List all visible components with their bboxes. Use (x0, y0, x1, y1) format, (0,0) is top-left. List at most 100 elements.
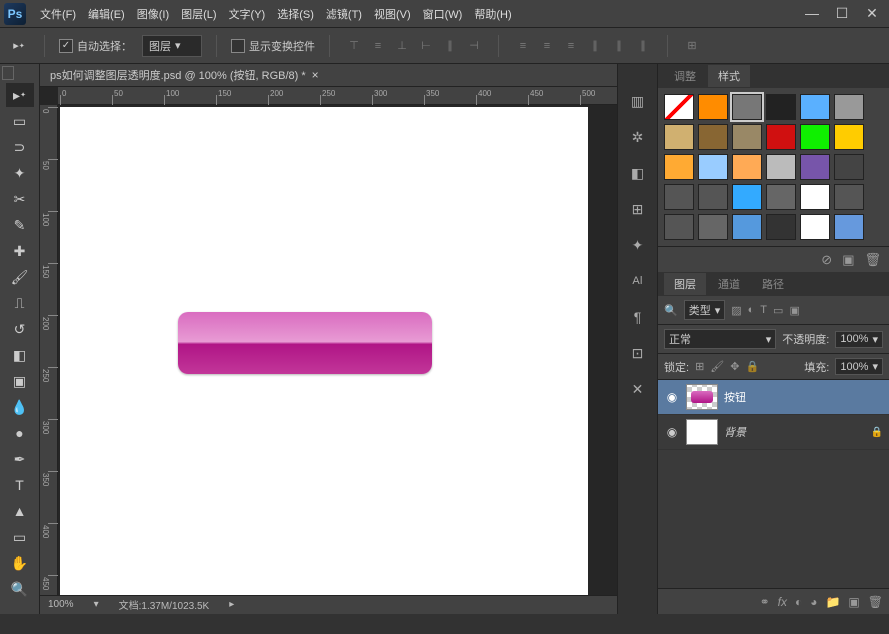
distribute-top-icon[interactable]: ≡ (513, 37, 533, 55)
style-swatch[interactable] (834, 124, 864, 150)
style-swatch[interactable] (664, 214, 694, 240)
distribute-bottom-icon[interactable]: ≡ (561, 37, 581, 55)
tools-preset-icon[interactable]: ✕ (627, 378, 649, 400)
style-swatch[interactable] (800, 154, 830, 180)
status-chevron-icon[interactable]: ▸ (229, 599, 234, 610)
swatches-icon[interactable]: ⊞ (627, 198, 649, 220)
close-button[interactable]: ✕ (863, 4, 881, 22)
style-swatch[interactable] (698, 154, 728, 180)
align-left-icon[interactable]: ⊢ (416, 37, 436, 55)
tab-adjustments[interactable]: 调整 (664, 65, 706, 87)
style-swatch[interactable] (698, 94, 728, 120)
character-icon[interactable]: Aǀ (627, 270, 649, 292)
opacity-input[interactable]: 100%▾ (835, 331, 883, 348)
auto-select-checkbox[interactable]: ✓ 自动选择： (59, 38, 132, 54)
blur-tool[interactable]: 💧 (6, 395, 34, 419)
style-swatch[interactable] (766, 214, 796, 240)
style-swatch[interactable] (834, 154, 864, 180)
histogram-icon[interactable]: ▥ (627, 90, 649, 112)
crop-tool[interactable]: ✂ (6, 187, 34, 211)
show-transform-checkbox[interactable]: 显示变换控件 (231, 38, 315, 54)
menu-window[interactable]: 窗口(W) (417, 2, 469, 26)
filter-smart-icon[interactable]: ▣ (789, 304, 799, 317)
style-swatch[interactable] (732, 214, 762, 240)
auto-select-dropdown[interactable]: 图层▾ (142, 35, 202, 57)
gradient-tool[interactable]: ▣ (6, 369, 34, 393)
layer-name[interactable]: 按钮 (724, 389, 746, 405)
align-hcenter-icon[interactable]: ∥ (440, 37, 460, 55)
lock-pixels-icon[interactable]: ⊞ (695, 360, 704, 373)
style-swatch[interactable] (732, 124, 762, 150)
menu-type[interactable]: 文字(Y) (223, 2, 272, 26)
new-layer-icon[interactable]: ▣ (848, 595, 859, 609)
distribute-vcenter-icon[interactable]: ≡ (537, 37, 557, 55)
lock-paint-icon[interactable]: 🖌 (710, 360, 724, 373)
distribute-right-icon[interactable]: ∥ (633, 37, 653, 55)
properties-icon[interactable]: ⊡ (627, 342, 649, 364)
distribute-left-icon[interactable]: ∥ (585, 37, 605, 55)
marquee-tool[interactable]: ▭ (6, 109, 34, 133)
delete-layer-icon[interactable]: 🗑 (868, 595, 883, 609)
style-swatch[interactable] (800, 124, 830, 150)
layer-filter-dropdown[interactable]: 类型▾ (684, 300, 726, 320)
align-bottom-icon[interactable]: ⊥ (392, 37, 412, 55)
lasso-tool[interactable]: ⊃ (6, 135, 34, 159)
style-swatch[interactable] (732, 184, 762, 210)
tab-channels[interactable]: 通道 (708, 273, 750, 295)
styles-new-icon[interactable]: ▣ (842, 252, 854, 268)
menu-filter[interactable]: 滤镜(T) (320, 2, 368, 26)
style-swatch[interactable] (698, 124, 728, 150)
menu-edit[interactable]: 编辑(E) (82, 2, 131, 26)
style-swatch[interactable] (664, 124, 694, 150)
path-select-tool[interactable]: ▲ (6, 499, 34, 523)
filter-image-icon[interactable]: ▨ (731, 304, 741, 317)
layer-row[interactable]: ◉ 按钮 (658, 380, 889, 415)
layer-row[interactable]: ◉ 背景 🔒 (658, 415, 889, 450)
dodge-tool[interactable]: ● (6, 421, 34, 445)
layer-group-icon[interactable]: 📁 (825, 595, 840, 609)
fill-input[interactable]: 100%▾ (835, 358, 883, 375)
history-brush-tool[interactable]: ↺ (6, 317, 34, 341)
maximize-button[interactable]: ☐ (833, 4, 851, 22)
menu-image[interactable]: 图像(I) (131, 2, 175, 26)
menu-view[interactable]: 视图(V) (368, 2, 417, 26)
tools-collapse-tab[interactable] (2, 66, 14, 80)
filter-adjust-icon[interactable]: ◐ (748, 304, 755, 316)
canvas-viewport[interactable] (58, 105, 617, 595)
style-swatch[interactable] (766, 154, 796, 180)
style-swatch[interactable] (766, 184, 796, 210)
auto-align-icon[interactable]: ⊞ (682, 37, 702, 55)
lock-position-icon[interactable]: ✥ (730, 360, 739, 373)
layer-fx-icon[interactable]: fx (778, 595, 787, 609)
styles-trash-icon[interactable]: 🗑 (864, 252, 881, 268)
style-swatch[interactable] (834, 94, 864, 120)
minimize-button[interactable]: — (803, 4, 821, 22)
move-tool[interactable]: ▸✦ (6, 83, 34, 107)
style-swatch[interactable] (664, 94, 694, 120)
canvas-button-shape[interactable] (178, 312, 432, 374)
menu-file[interactable]: 文件(F) (34, 2, 82, 26)
eyedropper-tool[interactable]: ✎ (6, 213, 34, 237)
tab-paths[interactable]: 路径 (752, 273, 794, 295)
style-swatch[interactable] (834, 214, 864, 240)
paragraph-icon[interactable]: ¶ (627, 306, 649, 328)
style-swatch[interactable] (698, 214, 728, 240)
visibility-toggle[interactable]: ◉ (664, 425, 680, 439)
brushes-icon[interactable]: ✦ (627, 234, 649, 256)
shape-tool[interactable]: ▭ (6, 525, 34, 549)
zoom-chevron-icon[interactable]: ▾ (94, 599, 99, 610)
zoom-level[interactable]: 100% (48, 599, 74, 610)
style-swatch[interactable] (698, 184, 728, 210)
style-swatch[interactable] (664, 184, 694, 210)
tab-styles[interactable]: 样式 (708, 65, 750, 87)
adjustment-layer-icon[interactable]: ◕ (810, 595, 817, 609)
layer-mask-icon[interactable]: ◐ (795, 595, 802, 609)
filter-type-icon[interactable]: T (760, 304, 767, 316)
hand-tool[interactable]: ✋ (6, 551, 34, 575)
style-swatch[interactable] (766, 124, 796, 150)
blend-mode-dropdown[interactable]: 正常▾ (664, 329, 776, 349)
tab-layers[interactable]: 图层 (664, 273, 706, 295)
type-tool[interactable]: T (6, 473, 34, 497)
link-layers-icon[interactable]: ⚭ (760, 595, 770, 609)
filter-shape-icon[interactable]: ▭ (773, 304, 783, 317)
